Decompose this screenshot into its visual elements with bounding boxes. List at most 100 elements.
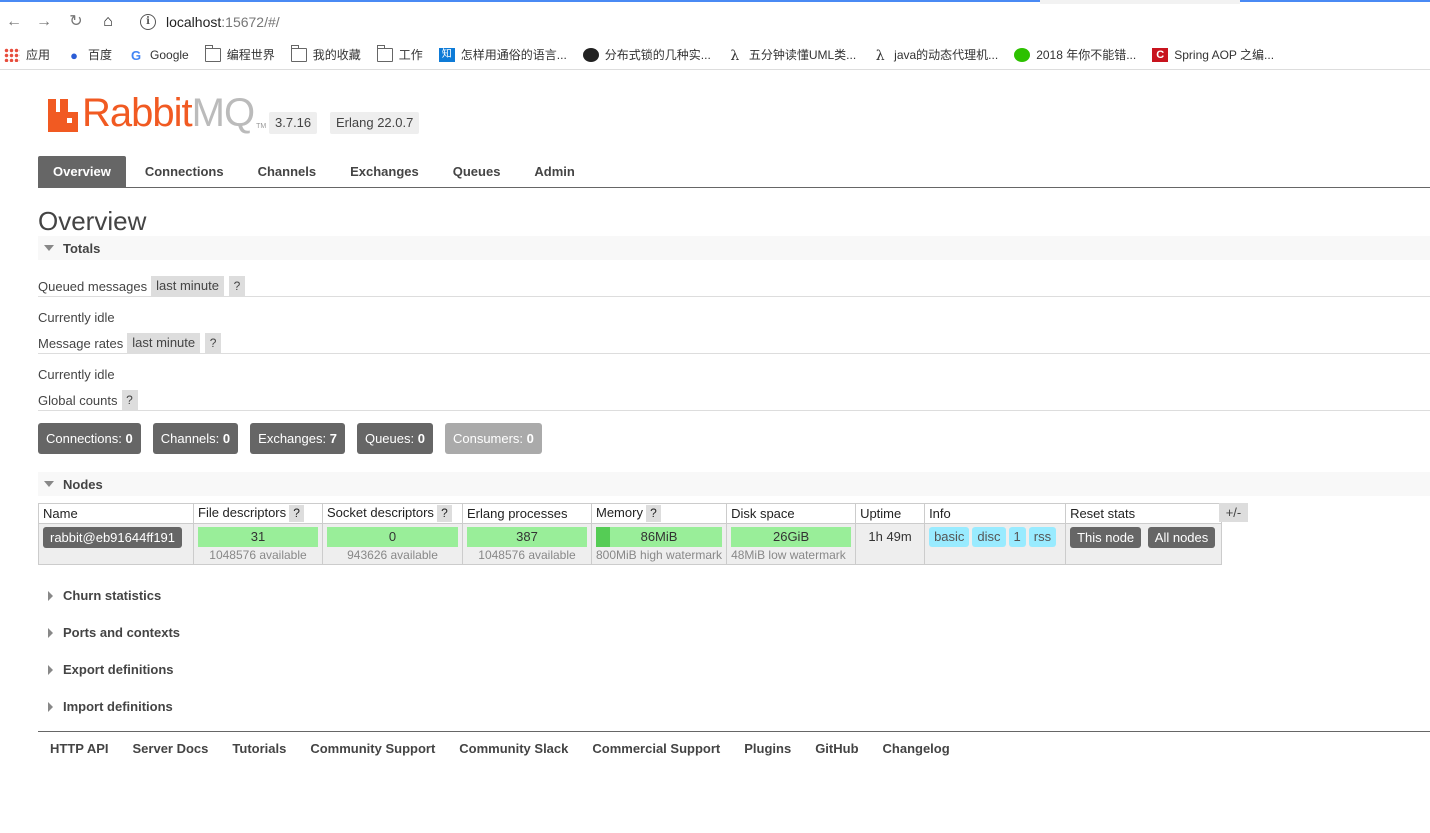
- footer-link-changelog[interactable]: Changelog: [883, 741, 950, 756]
- home-icon[interactable]: ⌂: [98, 12, 118, 32]
- memory-cell: 86MiB 800MiB high watermark: [590, 523, 728, 565]
- reset-this-node-button[interactable]: This node: [1070, 527, 1142, 548]
- reset-stats-cell: This node All nodes: [1065, 523, 1223, 565]
- ports-and-contexts-toggle[interactable]: Ports and contexts: [38, 625, 180, 640]
- rates-range-selector[interactable]: last minute: [127, 333, 201, 353]
- footer-link-github[interactable]: GitHub: [815, 741, 858, 756]
- node-name-link[interactable]: rabbit@eb91644ff191: [43, 527, 183, 548]
- bookmark-link[interactable]: 2018 年你不能错...: [1014, 46, 1136, 63]
- folder-icon: [204, 44, 221, 62]
- section-label: Import definitions: [63, 699, 173, 714]
- reload-icon[interactable]: ↻: [66, 12, 86, 32]
- export-definitions-toggle[interactable]: Export definitions: [38, 662, 174, 677]
- bookmarks-bar: 应用 ● 百度 G Google 编程世界 我的收藏 工作 知怎样用通俗的语言...…: [0, 40, 1430, 70]
- table-row: rabbit@eb91644ff191 31 1048576 available…: [38, 523, 1223, 565]
- folder-icon: [376, 44, 393, 62]
- queues-count-button[interactable]: Queues: 0: [356, 423, 433, 454]
- help-button[interactable]: ?: [229, 276, 245, 296]
- globe-icon: [582, 47, 599, 62]
- column-options-button[interactable]: +/-: [1219, 503, 1248, 522]
- footer-link-server-docs[interactable]: Server Docs: [133, 741, 209, 756]
- totals-section-toggle[interactable]: Totals: [38, 236, 1430, 260]
- bookmark-zhihu[interactable]: 知怎样用通俗的语言...: [438, 46, 567, 63]
- tab-exchanges[interactable]: Exchanges: [335, 156, 434, 187]
- footer-link-community-support[interactable]: Community Support: [310, 741, 435, 756]
- bookmark-folder[interactable]: 我的收藏: [290, 44, 361, 63]
- forward-arrow-icon[interactable]: →: [34, 12, 54, 32]
- totals-heading: Totals: [63, 240, 101, 256]
- bookmark-google[interactable]: G Google: [128, 47, 189, 63]
- channels-count-button[interactable]: Channels: 0: [152, 423, 239, 454]
- bookmark-baidu[interactable]: ● 百度: [66, 46, 112, 63]
- google-icon: G: [130, 47, 142, 63]
- bookmark-link[interactable]: 分布式锁的几种实...: [582, 46, 711, 63]
- global-counts-label: Global counts: [38, 392, 118, 408]
- reset-all-nodes-button[interactable]: All nodes: [1147, 527, 1216, 548]
- global-counts: Connections: 0 Channels: 0 Exchanges: 7 …: [38, 423, 554, 454]
- bookmark-link[interactable]: λ 五分钟读懂UML类...: [727, 46, 856, 64]
- rabbitmq-logo[interactable]: RabbitMQ TM: [48, 92, 266, 133]
- count-value: 0: [417, 431, 425, 446]
- erlang-processes-cell: 387 1048576 available: [462, 523, 592, 565]
- count-value: 0: [222, 431, 231, 446]
- bookmark-folder[interactable]: 编程世界: [204, 44, 275, 63]
- baidu-paw-icon: ●: [70, 47, 78, 63]
- message-rates-label: Message rates: [38, 335, 124, 351]
- zhihu-icon: 知: [438, 47, 455, 62]
- erlang-version-badge: Erlang 22.0.7: [330, 112, 420, 134]
- col-disk-space: Disk space: [726, 503, 857, 524]
- tab-queues[interactable]: Queues: [438, 156, 516, 187]
- churn-statistics-toggle[interactable]: Churn statistics: [38, 588, 161, 603]
- back-arrow-icon[interactable]: ←: [4, 12, 24, 32]
- nodes-section-toggle[interactable]: Nodes: [38, 472, 1430, 496]
- address-bar[interactable]: i localhost:15672/#/: [128, 8, 1038, 36]
- bookmark-apps[interactable]: 应用: [4, 46, 50, 63]
- bookmark-label: java的动态代理机...: [894, 48, 999, 62]
- queued-messages-label: Queued messages: [38, 278, 148, 294]
- help-button[interactable]: ?: [645, 505, 661, 522]
- browser-toolbar: ← → ↻ ⌂ i localhost:15672/#/: [0, 0, 1430, 40]
- queued-range-selector[interactable]: last minute: [151, 276, 224, 296]
- version-badge: 3.7.16: [269, 112, 318, 134]
- logo-wordmark: RabbitMQ: [82, 93, 255, 133]
- help-button[interactable]: ?: [121, 390, 138, 410]
- bookmark-link[interactable]: C Spring AOP 之编...: [1152, 46, 1274, 63]
- column-label: File descriptors: [198, 505, 287, 520]
- footer-link-community-slack[interactable]: Community Slack: [459, 741, 568, 756]
- tab-channels[interactable]: Channels: [243, 156, 332, 187]
- lambda-icon: λ: [875, 47, 885, 64]
- help-button[interactable]: ?: [289, 505, 305, 522]
- tab-overview[interactable]: Overview: [38, 156, 126, 187]
- bar-value: 26GiB: [772, 529, 810, 544]
- col-file-descriptors: File descriptors?: [193, 503, 323, 524]
- bookmark-label: Google: [150, 47, 189, 62]
- queued-status: Currently idle: [38, 308, 1430, 326]
- import-definitions-toggle[interactable]: Import definitions: [38, 699, 173, 714]
- uptime-cell: 1h 49m: [855, 523, 926, 565]
- help-button[interactable]: ?: [436, 505, 452, 522]
- connections-count-button[interactable]: Connections: 0: [38, 423, 141, 454]
- tab-connections[interactable]: Connections: [130, 156, 239, 187]
- count-label: Channels:: [160, 431, 220, 446]
- tab-admin[interactable]: Admin: [519, 156, 589, 187]
- footer-link-commercial-support[interactable]: Commercial Support: [592, 741, 720, 756]
- bookmark-link[interactable]: λ java的动态代理机...: [872, 46, 999, 64]
- wechat-icon: [1014, 47, 1031, 62]
- col-info: Info: [924, 503, 1067, 524]
- column-label: Uptime: [860, 506, 902, 521]
- exchanges-count-button[interactable]: Exchanges: 7: [250, 423, 345, 454]
- footer-link-plugins[interactable]: Plugins: [744, 741, 791, 756]
- bookmark-label: 百度: [88, 48, 113, 62]
- disk-space-bar: 26GiB: [731, 527, 852, 547]
- rates-status-text: Currently idle: [38, 366, 115, 382]
- column-label: Disk space: [731, 506, 795, 521]
- lambda-icon: λ: [730, 47, 740, 64]
- bar-subtext: 48MiB low watermark: [731, 548, 846, 562]
- footer-link-http-api[interactable]: HTTP API: [50, 741, 109, 756]
- global-counts-row: Global counts ?: [38, 390, 1430, 411]
- col-reset-stats: Reset stats: [1065, 503, 1223, 524]
- site-info-icon[interactable]: i: [140, 14, 156, 30]
- help-button[interactable]: ?: [205, 333, 222, 353]
- bookmark-folder[interactable]: 工作: [376, 44, 423, 63]
- footer-link-tutorials[interactable]: Tutorials: [232, 741, 286, 756]
